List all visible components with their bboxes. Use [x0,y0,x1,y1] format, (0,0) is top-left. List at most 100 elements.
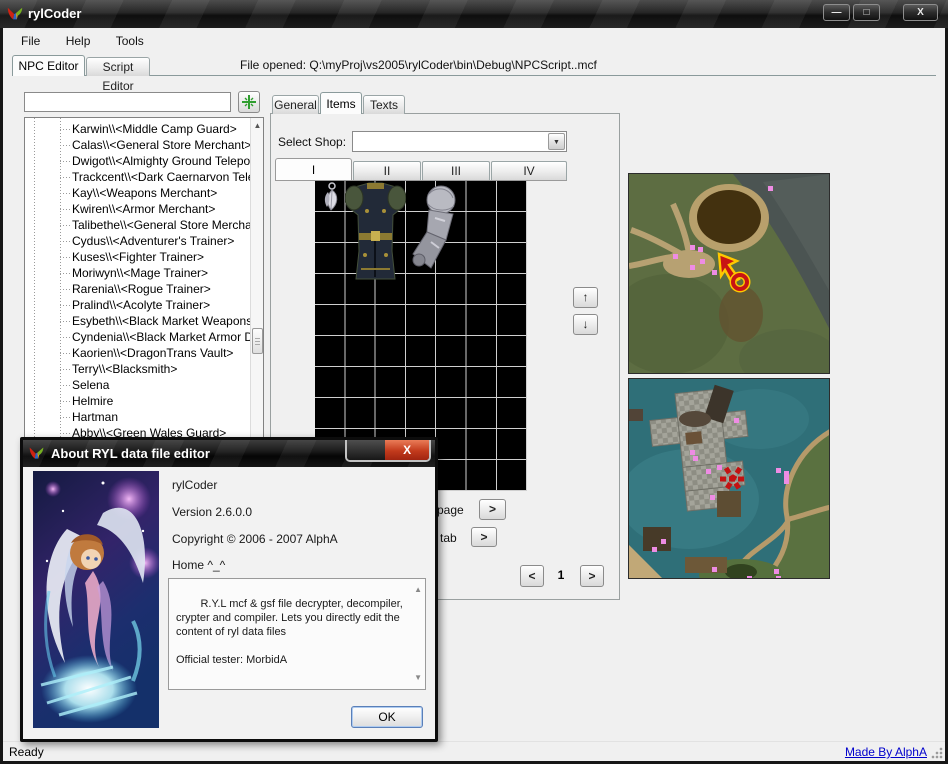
tree-item[interactable]: Terry\\<Blacksmith> [25,361,250,377]
npc-marker [747,576,752,579]
tree-item-label: Calas\\<General Store Merchant> [72,138,250,152]
npc-search-button[interactable] [238,91,260,113]
chevron-down-icon: ▼ [553,139,560,146]
tab-npc-editor[interactable]: NPC Editor [12,55,85,76]
about-home-link[interactable]: Home ^_^ [172,558,225,572]
tree-item[interactable]: Kwiren\\<Armor Merchant> [25,201,250,217]
tree-item[interactable]: Selena [25,377,250,393]
tree-item[interactable]: Calas\\<General Store Merchant> [25,137,250,153]
tree-item[interactable]: Rarenia\\<Rogue Trainer> [25,281,250,297]
about-description-text: R.Y.L mcf & gsf file decrypter, decompil… [176,598,406,666]
tree-connector [60,321,71,322]
shop-combobox[interactable]: ▼ [352,131,567,152]
about-dialog: About RYL data file editor X [20,437,438,742]
tree-item-label: Kuses\\<Fighter Trainer> [72,250,204,264]
tree-connector [60,385,71,386]
tree-item-label: Moriwyn\\<Mage Trainer> [72,266,208,280]
tree-item[interactable]: Talibethe\\<General Store Merchan [25,217,250,233]
title-bar: rylCoder — □ X [0,0,948,28]
dialog-maximize-button[interactable] [347,440,385,460]
shop-tab-2[interactable]: II [353,161,421,180]
item-plate-armor-icon[interactable] [345,181,406,288]
menu-help[interactable]: Help [62,34,95,48]
copy-tab-label: tab [440,531,457,545]
tree-item[interactable]: Cydus\\<Adventurer's Trainer> [25,233,250,249]
move-up-button[interactable]: ↑ [573,287,598,308]
npc-marker [690,450,695,455]
tree-item[interactable]: Kuses\\<Fighter Trainer> [25,249,250,265]
scroll-up-icon[interactable]: ▲ [251,119,264,133]
made-by-link[interactable]: Made By AlphA [845,745,927,759]
tree-connector [60,273,71,274]
tree-item[interactable]: Karwin\\<Middle Camp Guard> [25,121,250,137]
close-button[interactable]: X [903,4,938,21]
maximize-button[interactable]: □ [853,4,880,21]
tree-connector [60,257,71,258]
tree-item-label: Cydus\\<Adventurer's Trainer> [72,234,234,248]
pager-next-button[interactable]: > [580,565,604,587]
tree-item[interactable]: Cyndenia\\<Black Market Armor De [25,329,250,345]
desc-scroll-up-icon[interactable]: ▲ [414,583,422,597]
item-feather-charm-icon[interactable] [316,182,346,215]
tab-script-editor[interactable]: Script Editor [86,57,150,76]
item-gauntlet-arm-icon[interactable] [405,184,465,275]
tree-connector [60,193,71,194]
npc-marker [693,456,698,461]
about-description[interactable]: R.Y.L mcf & gsf file decrypter, decompil… [168,578,426,690]
tree-connector [60,369,71,370]
tree-item[interactable]: Trackcent\\<Dark Caernarvon Tele [25,169,250,185]
tree-item[interactable]: Hartman [25,409,250,425]
tree-item[interactable]: Helmire [25,393,250,409]
ok-button[interactable]: OK [351,706,423,728]
minimize-button[interactable]: — [823,4,850,21]
scrollbar-thumb[interactable] [252,328,263,354]
copy-tab-button[interactable]: > [471,527,497,547]
select-shop-label: Select Shop: [278,135,346,149]
copy-page-button[interactable]: > [479,499,506,520]
npc-marker [776,468,781,473]
desc-scroll-down-icon[interactable]: ▼ [414,671,422,685]
tree-item[interactable]: Kay\\<Weapons Merchant> [25,185,250,201]
app-window: rylCoder — □ X File Help Tools NPC Edito… [0,0,948,764]
menu-file[interactable]: File [17,34,44,48]
menu-tools[interactable]: Tools [112,34,148,48]
tree-item-label: Cyndenia\\<Black Market Armor De [72,330,250,344]
shop-tab-4[interactable]: IV [491,161,567,180]
tree-item[interactable]: Esybeth\\<Black Market Weapons I [25,313,250,329]
window-title: rylCoder [28,0,81,28]
tree-connector [60,305,71,306]
npc-marker [784,471,789,484]
combo-dropdown-button[interactable]: ▼ [548,133,565,150]
npc-marker [710,495,715,500]
tree-item-label: Kay\\<Weapons Merchant> [72,186,217,200]
dialog-close-button[interactable]: X [385,440,429,460]
tree-connector [60,161,71,162]
npc-marker [661,539,666,544]
tab-texts[interactable]: Texts [363,95,405,114]
pager-prev-button[interactable]: < [520,565,544,587]
tab-items[interactable]: Items [320,92,362,114]
tree-connector [60,417,71,418]
npc-marker [776,576,781,579]
shop-tab-1[interactable]: I [275,158,352,180]
tree-item[interactable]: Pralind\\<Acolyte Trainer> [25,297,250,313]
npc-marker [698,247,703,252]
tree-item[interactable]: Kaorien\\<DragonTrans Vault> [25,345,250,361]
local-map-harbor[interactable] [628,378,830,579]
tree-item[interactable]: Moriwyn\\<Mage Trainer> [25,265,250,281]
tree-item-label: Trackcent\\<Dark Caernarvon Tele [72,170,250,184]
npc-marker [712,567,717,572]
about-dialog-titlebar: About RYL data file editor X [23,440,435,467]
tab-general[interactable]: General [272,95,319,114]
about-version: Version 2.6.0.0 [172,505,252,519]
tree-connector [60,177,71,178]
world-map-overview[interactable] [628,173,830,374]
tree-item[interactable]: Dwigot\\<Almighty Ground Teleport [25,153,250,169]
resize-grip[interactable] [931,747,943,759]
app-logo-icon [6,5,24,23]
file-opened-label: File opened: Q:\myProj\vs2005\rylCoder\b… [240,58,597,72]
tree-item-label: Pralind\\<Acolyte Trainer> [72,298,210,312]
move-down-button[interactable]: ↓ [573,314,598,335]
tree-connector [60,337,71,338]
shop-tab-3[interactable]: III [422,161,490,180]
